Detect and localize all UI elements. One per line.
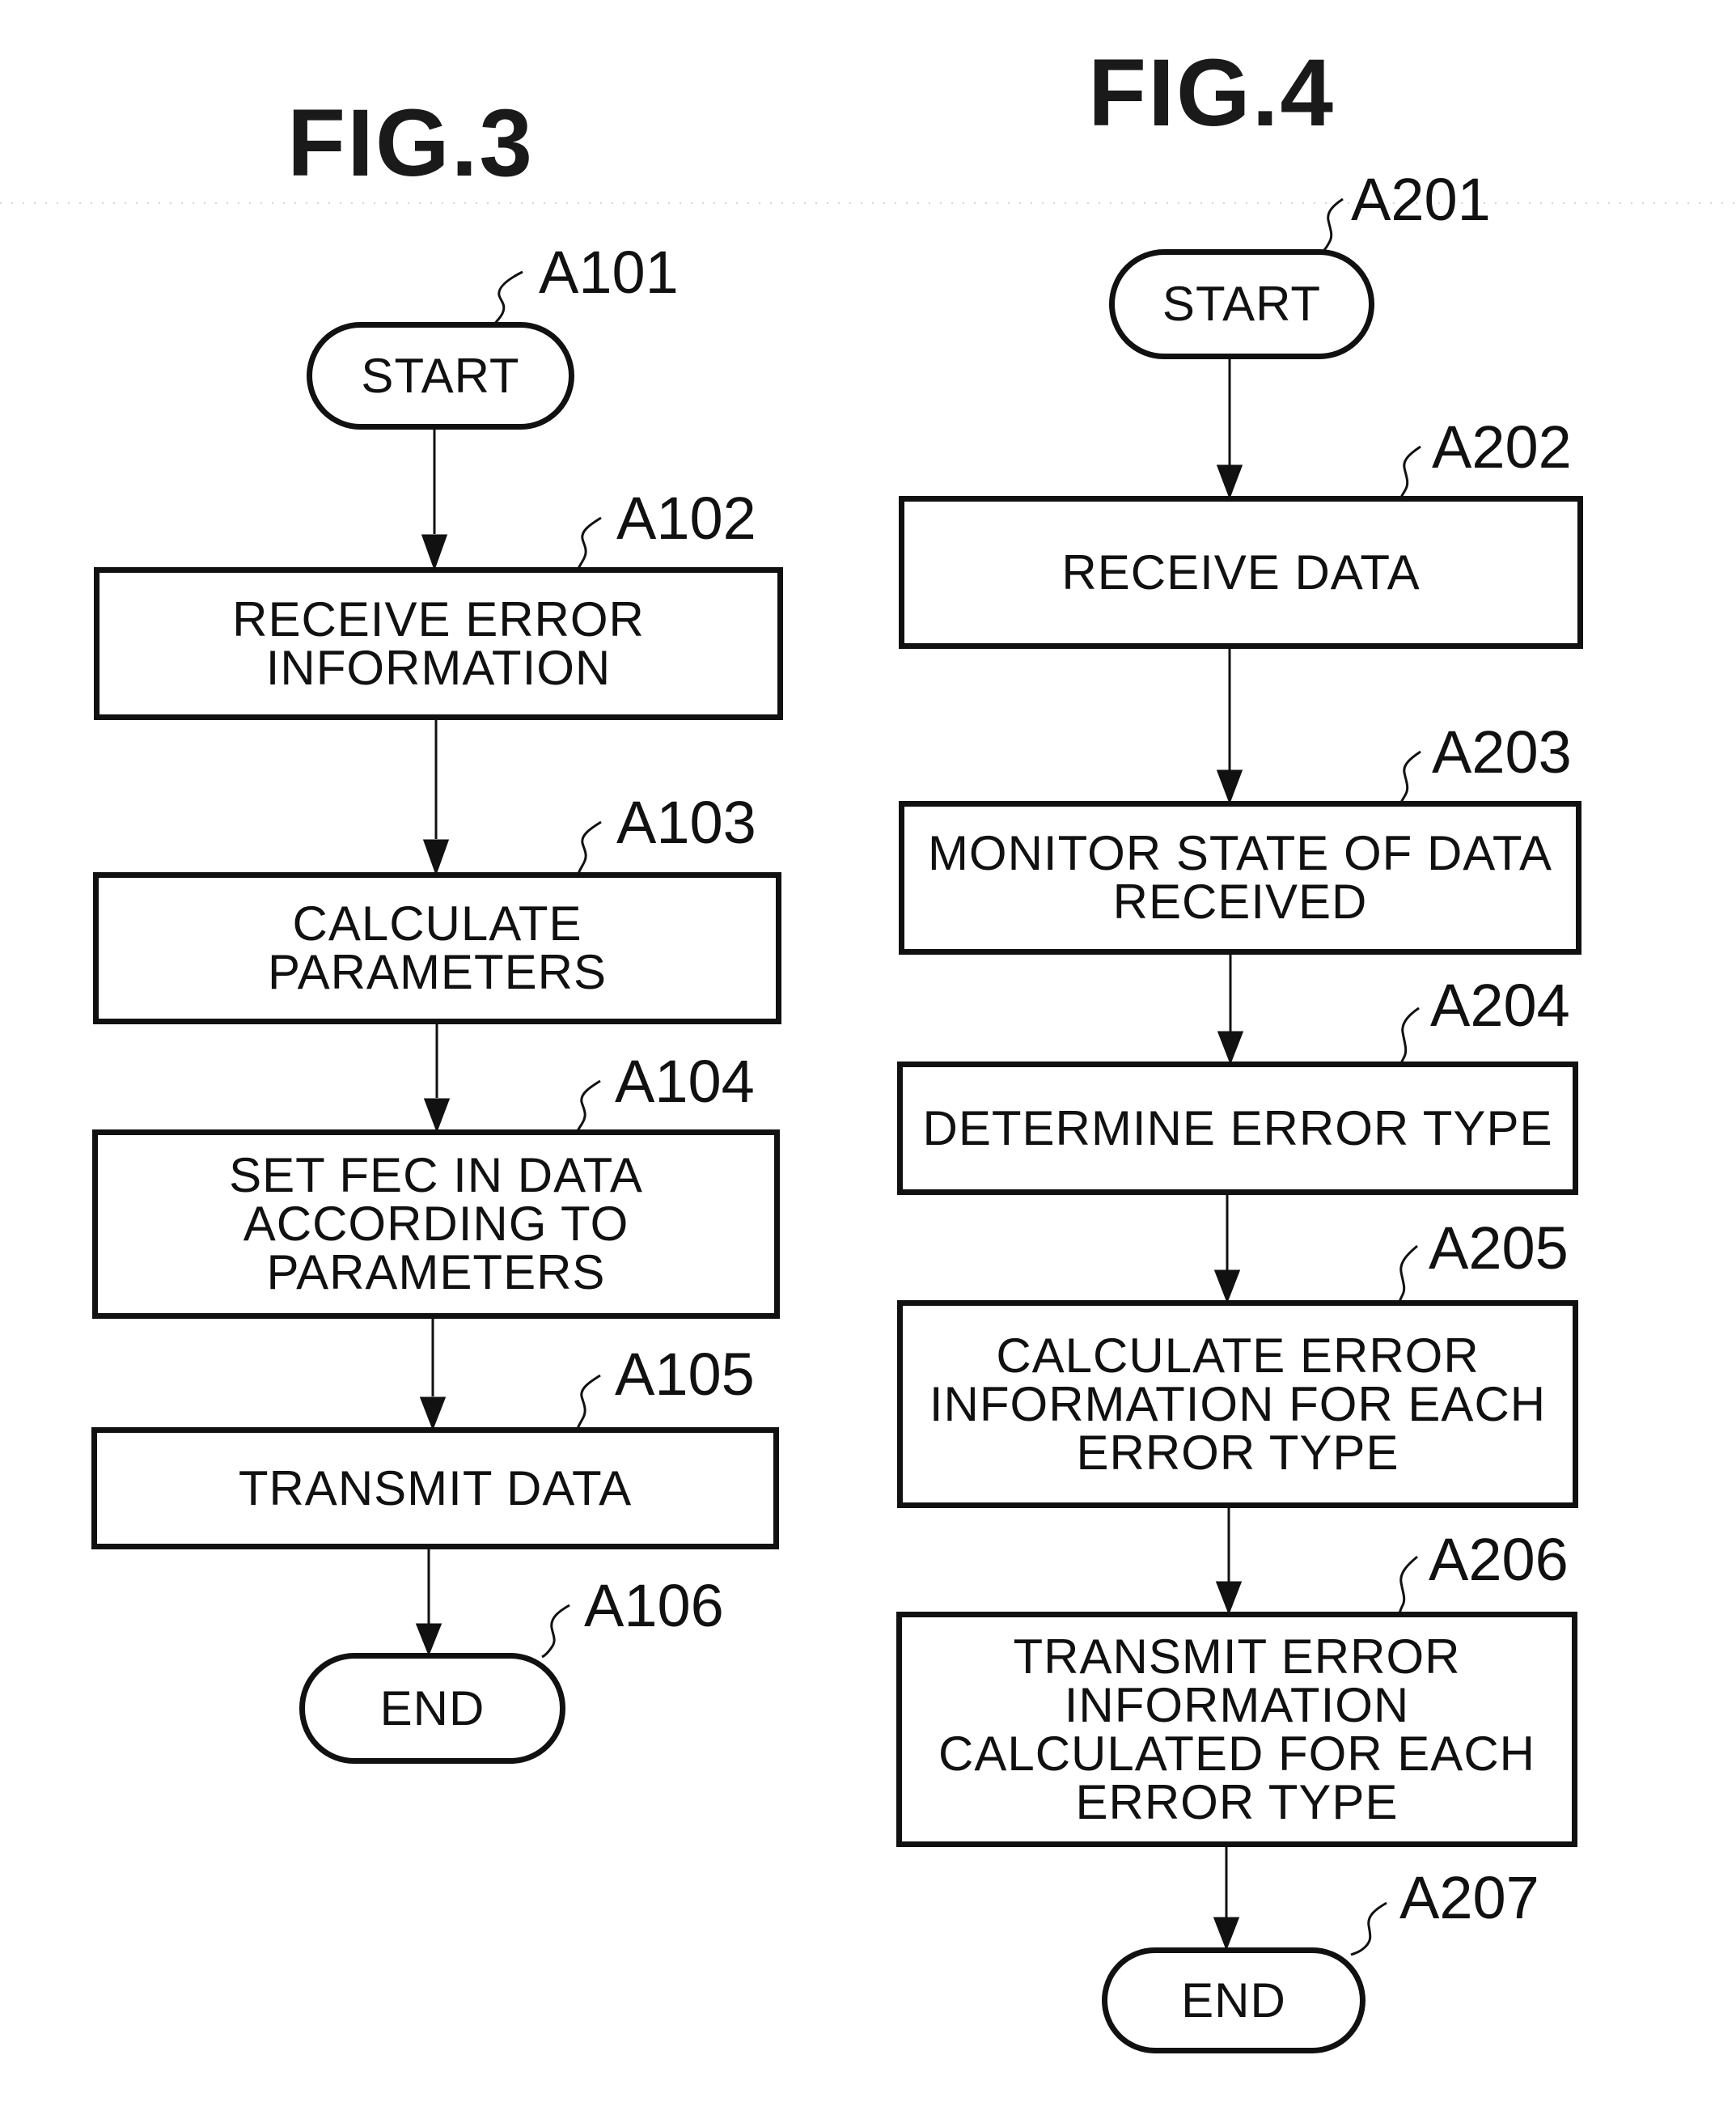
leader-line-a101 [493,270,523,324]
arrow-a104-to-a105 [419,1319,447,1431]
step-a201-text: START [1162,277,1322,331]
leader-line-a204 [1399,1006,1420,1064]
step-a106-text: END [379,1680,485,1735]
step-a204-label: A204 [1430,972,1570,1039]
step-a106-label: A106 [584,1572,724,1639]
arrow-a201-to-a202 [1216,359,1243,500]
step-a101-start-terminal: START [307,322,574,430]
step-a104-label: A104 [615,1048,755,1115]
step-a204-process-box: DETERMINE ERROR TYPE [897,1062,1578,1195]
step-a101-label: A101 [539,239,679,306]
step-a102-label: A102 [616,485,756,552]
leader-line-a103 [577,820,602,875]
step-a205-label: A205 [1429,1214,1569,1282]
step-a102-text: RECEIVE ERROR INFORMATION [232,591,645,695]
step-a104-text: SET FEC IN DATA ACCORDING TO PARAMETERS [229,1148,643,1299]
leader-line-a207 [1350,1901,1387,1956]
arrow-a205-to-a206 [1215,1508,1243,1616]
step-a102-process-box: RECEIVE ERROR INFORMATION [94,567,783,720]
step-a203-text: MONITOR STATE OF DATA RECEIVED [927,826,1553,929]
step-a201-label: A201 [1351,166,1491,233]
arrow-a204-to-a205 [1213,1195,1241,1304]
step-a101-text: START [361,348,520,403]
step-a103-label: A103 [616,789,756,856]
step-a105-label: A105 [615,1341,755,1408]
step-a204-text: DETERMINE ERROR TYPE [922,1100,1553,1155]
step-a207-end-terminal: END [1102,1947,1366,2053]
leader-line-a102 [577,516,602,570]
step-a202-text: RECEIVE DATA [1061,545,1421,600]
arrow-a206-to-a207 [1213,1847,1240,1951]
leader-line-a205 [1398,1244,1418,1303]
arrow-a101-to-a102 [421,430,448,571]
step-a201-start-terminal: START [1109,249,1374,359]
step-a205-process-box: CALCULATE ERROR INFORMATION FOR EACH ERR… [897,1300,1578,1508]
step-a105-text: TRANSMIT DATA [238,1460,633,1515]
step-a207-text: END [1181,1973,1286,2028]
leader-line-a206 [1398,1555,1418,1614]
step-a105-process-box: TRANSMIT DATA [91,1427,779,1549]
step-a106-end-terminal: END [299,1653,565,1764]
arrow-a102-to-a103 [422,720,450,876]
leader-line-a202 [1399,445,1421,498]
arrow-a202-to-a203 [1216,649,1243,805]
figure-3-title: FIG.3 [287,90,535,197]
step-a207-label: A207 [1399,1864,1539,1931]
step-a206-process-box: TRANSMIT ERROR INFORMATION CALCULATED FO… [896,1612,1577,1847]
step-a104-process-box: SET FEC IN DATA ACCORDING TO PARAMETERS [92,1129,780,1319]
figure-4-title: FIG.4 [1088,40,1336,146]
arrow-a105-to-a106 [415,1549,442,1657]
arrow-a203-to-a204 [1217,955,1244,1066]
step-a203-label: A203 [1432,718,1572,786]
step-a206-label: A206 [1429,1526,1569,1593]
step-a202-label: A202 [1432,413,1572,481]
step-a103-process-box: CALCULATE PARAMETERS [93,872,781,1024]
step-a202-process-box: RECEIVE DATA [899,496,1583,649]
leader-line-a104 [576,1079,601,1132]
leader-line-a105 [576,1374,601,1430]
step-a206-text: TRANSMIT ERROR INFORMATION CALCULATED FO… [938,1629,1535,1829]
leader-line-a203 [1399,750,1421,803]
step-a103-text: CALCULATE PARAMETERS [268,896,607,999]
step-a205-text: CALCULATE ERROR INFORMATION FOR EACH ERR… [929,1328,1547,1480]
step-a203-process-box: MONITOR STATE OF DATA RECEIVED [899,801,1581,955]
arrow-a103-to-a104 [423,1024,451,1134]
leader-line-a201 [1322,197,1344,252]
leader-line-a106 [541,1604,570,1659]
